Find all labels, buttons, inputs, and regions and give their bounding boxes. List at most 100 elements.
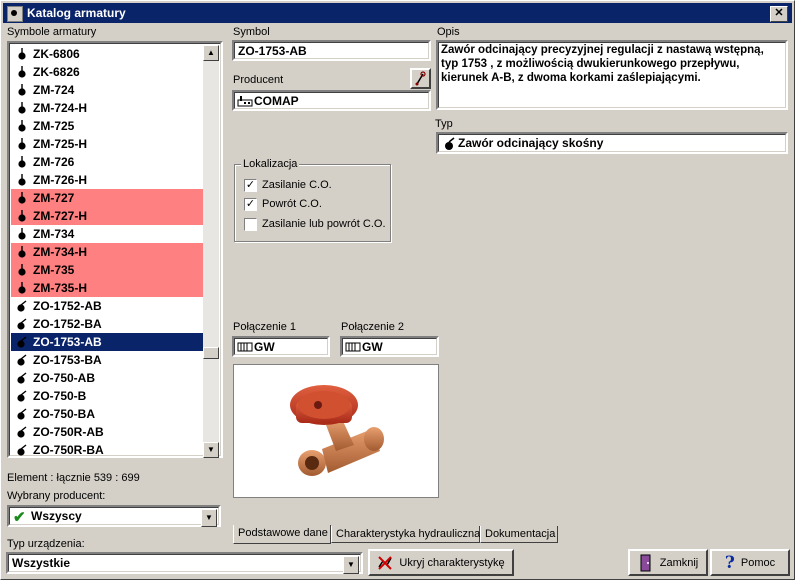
list-scrollbar[interactable]: ▲ ▼ xyxy=(203,45,219,458)
list-item[interactable]: ZK-6806 xyxy=(11,45,207,63)
valve-icon xyxy=(17,372,27,384)
list-item[interactable]: ZM-735 xyxy=(11,261,207,279)
producer-filter-value: Wszyscy xyxy=(31,509,82,523)
device-type-combo[interactable]: Wszystkie ▼ xyxy=(6,552,363,574)
list-item[interactable]: ZO-1752-AB xyxy=(11,297,207,315)
valve-icon xyxy=(17,300,27,312)
list-item[interactable]: ZM-734 xyxy=(11,225,207,243)
title-bar[interactable]: Katalog armatury ✕ xyxy=(3,3,792,23)
hide-characteristic-button[interactable]: Ukryj charakterystykę xyxy=(368,549,514,576)
tab-documentation[interactable]: Dokumentacja xyxy=(480,526,558,543)
dropdown-arrow-icon[interactable]: ▼ xyxy=(343,556,359,574)
list-item[interactable]: ZO-750R-AB xyxy=(11,423,207,441)
list-item-label: ZO-750R-BA xyxy=(33,443,104,457)
tab-hydraulic[interactable]: Charakterystyka hydrauliczna xyxy=(331,526,480,543)
valve-icon xyxy=(18,246,26,258)
list-item[interactable]: ZM-727 xyxy=(11,189,207,207)
list-item-label: ZM-735 xyxy=(33,263,75,277)
thread-icon xyxy=(237,342,253,352)
connection1-value: GW xyxy=(254,340,275,354)
list-item[interactable]: ZM-727-H xyxy=(11,207,207,225)
valve-icon xyxy=(18,156,26,168)
list-item-label: ZM-725 xyxy=(33,119,75,133)
connection2-field[interactable]: GW xyxy=(340,336,439,357)
list-item-label: ZO-750-BA xyxy=(33,407,96,421)
valve-icon xyxy=(18,120,26,132)
list-item[interactable]: ZO-1752-BA xyxy=(11,315,207,333)
scroll-down-arrow-icon[interactable]: ▼ xyxy=(203,442,219,458)
symbol-field[interactable]: ZO-1753-AB xyxy=(232,40,431,61)
list-item-label: ZM-734 xyxy=(33,227,75,241)
valve-icon xyxy=(18,192,26,204)
wrench-icon xyxy=(415,71,426,86)
close-window-button[interactable]: ✕ xyxy=(770,6,788,22)
valve-icon xyxy=(17,354,27,366)
type-value: Zawór odcinający skośny xyxy=(458,136,604,150)
symbol-list-items: ZK-6806 ZK-6826 ZM-724 ZM-724-H ZM-725 ZM-725… xyxy=(11,45,207,458)
description-label: Opis xyxy=(437,26,460,38)
producer-filter-combo[interactable]: ✔ Wszyscy ▼ xyxy=(7,505,221,527)
list-item-label: ZO-1753-AB xyxy=(33,335,102,349)
symbol-label: Symbol xyxy=(233,26,270,38)
valve-icon xyxy=(445,137,455,150)
list-item[interactable]: ZO-750R-BA xyxy=(11,441,207,458)
list-item-label: ZK-6806 xyxy=(33,47,80,61)
list-item[interactable]: ZM-724 xyxy=(11,81,207,99)
list-item-label: ZO-750R-AB xyxy=(33,425,104,439)
list-item[interactable]: ZK-6826 xyxy=(11,63,207,81)
list-item-label: ZM-735-H xyxy=(33,281,88,295)
type-field[interactable]: Zawór odcinający skośny xyxy=(436,132,788,154)
list-item[interactable]: ZO-1753-BA xyxy=(11,351,207,369)
producer-value: COMAP xyxy=(254,94,299,108)
list-item-label: ZM-726 xyxy=(33,155,75,169)
scroll-up-arrow-icon[interactable]: ▲ xyxy=(203,45,219,61)
list-item[interactable]: ZO-750-B xyxy=(11,387,207,405)
valve-icon xyxy=(18,84,26,96)
checkbox-supply-or-return[interactable] xyxy=(244,218,257,231)
list-item[interactable]: ZM-724-H xyxy=(11,99,207,117)
valve-icon xyxy=(18,210,26,222)
list-item[interactable]: ZM-735-H xyxy=(11,279,207,297)
list-item[interactable]: ZM-725-H xyxy=(11,135,207,153)
symbol-list[interactable]: ZK-6806 ZK-6826 ZM-724 ZM-724-H ZM-725 ZM-725… xyxy=(7,41,223,458)
location-option-label: Powrót C.O. xyxy=(262,198,322,210)
door-icon xyxy=(640,554,651,571)
list-item[interactable]: ZM-726-H xyxy=(11,171,207,189)
valve-icon xyxy=(17,408,27,420)
list-item-label: ZM-726-H xyxy=(33,173,88,187)
producer-details-button[interactable] xyxy=(410,68,431,89)
location-legend: Lokalizacja xyxy=(241,158,300,170)
list-item[interactable]: ZO-750-AB xyxy=(11,369,207,387)
close-button[interactable]: Zamknij xyxy=(628,549,708,576)
connection1-label: Połączenie 1 xyxy=(233,321,296,333)
element-count: Element : łącznie 539 : 699 xyxy=(7,472,140,484)
dropdown-arrow-icon[interactable]: ▼ xyxy=(201,509,217,527)
list-item[interactable]: ZO-750-BA xyxy=(11,405,207,423)
app-icon xyxy=(7,6,23,22)
device-type-value: Wszystkie xyxy=(12,556,71,570)
valve-icon xyxy=(18,282,26,294)
checkbox-return[interactable]: ✓ xyxy=(244,198,257,211)
list-item[interactable]: ZM-734-H xyxy=(11,243,207,261)
help-button[interactable]: ? Pomoc xyxy=(710,549,790,576)
connection1-field[interactable]: GW xyxy=(232,336,330,357)
list-item[interactable]: ZM-725 xyxy=(11,117,207,135)
description-field[interactable]: Zawór odcinający precyzyjnej regulacji z… xyxy=(436,40,788,110)
list-item[interactable]: ZM-726 xyxy=(11,153,207,171)
scroll-thumb[interactable] xyxy=(203,347,219,359)
checkbox-supply[interactable]: ✓ xyxy=(244,179,257,192)
valve-icon xyxy=(18,264,26,276)
list-item[interactable]: ZO-1753-AB xyxy=(11,333,207,351)
producer-field[interactable]: COMAP xyxy=(232,90,431,111)
connection2-value: GW xyxy=(362,340,383,354)
connection2-label: Połączenie 2 xyxy=(341,321,404,333)
valve-icon xyxy=(18,228,26,240)
list-item-label: ZO-750-B xyxy=(33,389,87,403)
factory-icon xyxy=(237,96,253,107)
list-item-label: ZO-1752-AB xyxy=(33,299,102,313)
description-text: Zawór odcinający precyzyjnej regulacji z… xyxy=(441,44,764,84)
symbol-value: ZO-1753-AB xyxy=(238,44,307,58)
tab-basic-data[interactable]: Podstawowe dane xyxy=(233,525,331,544)
list-item-label: ZM-725-H xyxy=(33,137,88,151)
valve-icon xyxy=(18,102,26,114)
